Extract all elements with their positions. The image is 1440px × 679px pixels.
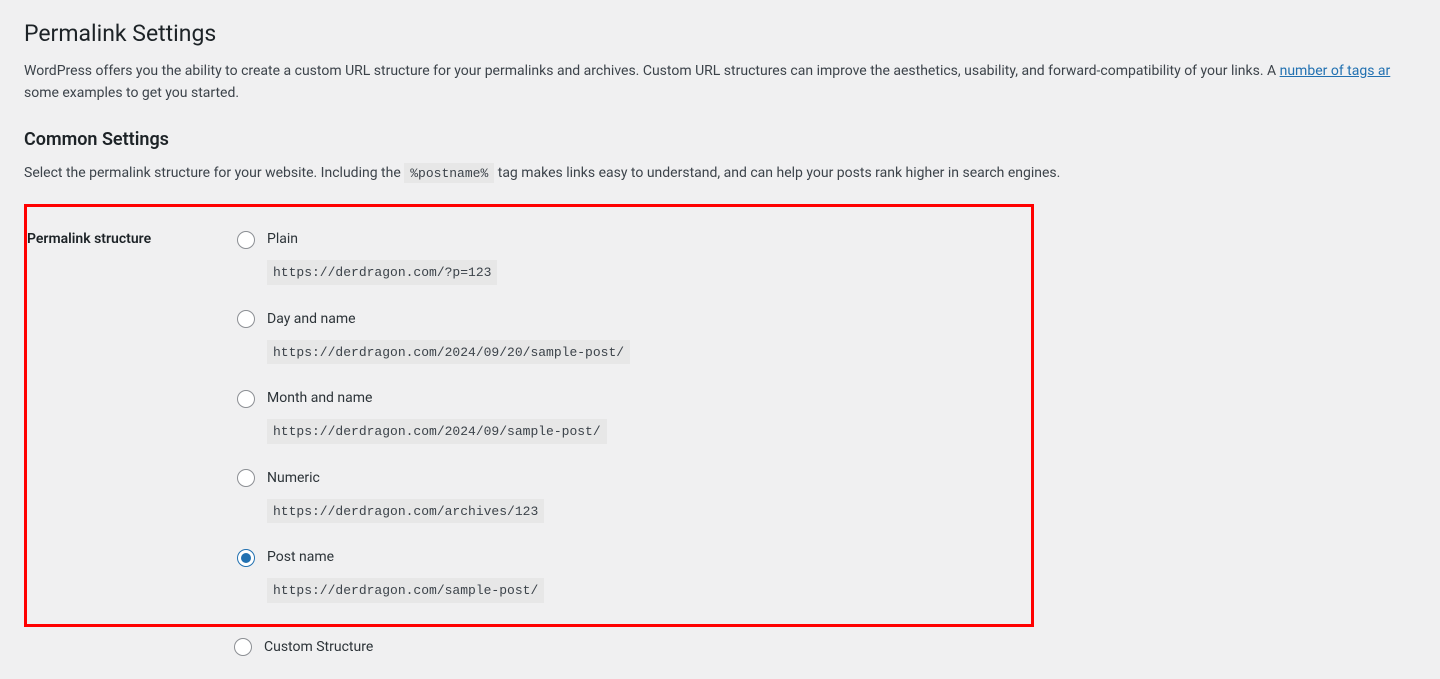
common-settings-heading: Common Settings [24, 126, 1420, 153]
radio-custom[interactable] [234, 638, 252, 656]
option-custom-text: Custom Structure [264, 637, 373, 658]
intro-link[interactable]: number of tags ar [1280, 63, 1391, 79]
permalink-structure-label: Permalink structure [27, 207, 227, 624]
option-plain: Plain https://derdragon.com/?p=123 [237, 229, 1011, 285]
option-numeric-text: Numeric [267, 468, 320, 489]
common-desc-suffix: tag makes links easy to understand, and … [498, 165, 1061, 181]
option-plain-text: Plain [267, 229, 298, 250]
option-day-name-url: https://derdragon.com/2024/09/20/sample-… [267, 340, 630, 365]
option-plain-label[interactable]: Plain [237, 229, 1011, 250]
option-custom: Custom Structure [234, 637, 1410, 658]
radio-month-name[interactable] [237, 390, 255, 408]
option-day-name-text: Day and name [267, 309, 356, 330]
option-month-name-text: Month and name [267, 388, 372, 409]
radio-post-name[interactable] [237, 549, 255, 567]
option-post-name-label[interactable]: Post name [237, 547, 1011, 568]
option-day-name-label[interactable]: Day and name [237, 309, 1011, 330]
option-post-name-url: https://derdragon.com/sample-post/ [267, 578, 544, 603]
intro-prefix: WordPress offers you the ability to crea… [24, 63, 1280, 79]
option-month-name-label[interactable]: Month and name [237, 388, 1011, 409]
option-numeric-label[interactable]: Numeric [237, 468, 1011, 489]
option-day-name: Day and name https://derdragon.com/2024/… [237, 309, 1011, 365]
option-post-name-text: Post name [267, 547, 334, 568]
common-desc-prefix: Select the permalink structure for your … [24, 165, 404, 181]
option-month-name: Month and name https://derdragon.com/202… [237, 388, 1011, 444]
permalink-structure-options: Plain https://derdragon.com/?p=123 Day a… [237, 229, 1011, 609]
intro-text: WordPress offers you the ability to crea… [24, 61, 1420, 104]
radio-numeric[interactable] [237, 469, 255, 487]
radio-plain[interactable] [237, 231, 255, 249]
option-numeric-url: https://derdragon.com/archives/123 [267, 499, 544, 524]
common-settings-desc: Select the permalink structure for your … [24, 163, 1420, 184]
intro-suffix: some examples to get you started. [24, 85, 239, 101]
option-plain-url: https://derdragon.com/?p=123 [267, 260, 497, 285]
option-post-name: Post name https://derdragon.com/sample-p… [237, 547, 1011, 603]
postname-tag: %postname% [404, 163, 494, 183]
page-title: Permalink Settings [24, 10, 1420, 53]
option-month-name-url: https://derdragon.com/2024/09/sample-pos… [267, 419, 607, 444]
option-custom-label[interactable]: Custom Structure [234, 637, 1410, 658]
radio-day-name[interactable] [237, 310, 255, 328]
option-numeric: Numeric https://derdragon.com/archives/1… [237, 468, 1011, 524]
